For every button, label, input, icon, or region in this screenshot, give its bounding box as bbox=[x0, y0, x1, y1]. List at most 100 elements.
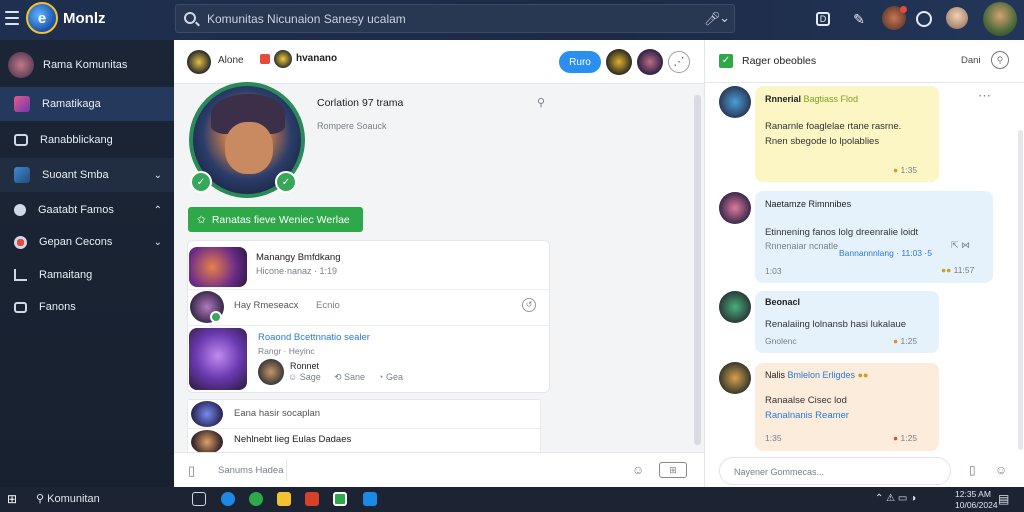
message-avatar[interactable] bbox=[719, 192, 751, 224]
windows-start-icon[interactable]: ⊞ bbox=[7, 492, 21, 506]
sidebar-item-gepan-cecons[interactable]: Gepan Cecons ⌄ bbox=[0, 225, 174, 259]
check-icon: ✓ bbox=[719, 54, 733, 68]
feed-avatar[interactable] bbox=[191, 430, 223, 454]
like-action[interactable]: ☺ Sage bbox=[288, 372, 321, 382]
taskbar: ⊞ ⚲ Komunitan ⌃ ⚠ ▭ ◑ 12:35 AM 10/06/202… bbox=[0, 487, 1024, 512]
sidebar-item-fanons[interactable]: Fanons bbox=[0, 290, 174, 324]
feed-title[interactable]: Nehlnebt lieg Eulas Dadaes bbox=[234, 434, 351, 445]
search-icon bbox=[184, 12, 196, 24]
file-explorer-icon[interactable] bbox=[277, 492, 291, 506]
emoji-icon[interactable]: ☺ bbox=[995, 463, 1007, 477]
sidebar-item-label: Ramaitang bbox=[39, 269, 93, 281]
user-avatar[interactable] bbox=[946, 7, 968, 29]
folder-icon bbox=[14, 301, 27, 313]
sidebar-item-rama-komunitas[interactable]: Rama Komunitas bbox=[0, 48, 174, 82]
pencil-icon[interactable]: ✎ bbox=[850, 10, 868, 28]
app-logo[interactable]: e bbox=[26, 2, 58, 34]
message-body: Ranarnle foaglelae rtane rasrne. bbox=[765, 121, 902, 132]
profile-avatar-large[interactable] bbox=[983, 2, 1017, 36]
notification-dot bbox=[900, 6, 907, 13]
message-avatar[interactable] bbox=[719, 291, 751, 323]
member-avatar[interactable] bbox=[606, 49, 632, 75]
chevron-down-icon[interactable]: ⌄ bbox=[154, 237, 162, 248]
chevron-down-icon[interactable]: ⌄ bbox=[719, 10, 730, 26]
message-avatar[interactable] bbox=[719, 86, 751, 118]
more-options-icon[interactable]: ⋯ bbox=[978, 88, 991, 104]
ruro-button[interactable]: Ruro bbox=[559, 51, 601, 73]
message-time-left: 1:35 bbox=[765, 433, 782, 443]
feed-title[interactable]: Manangy Bmfdkang bbox=[256, 252, 341, 263]
sidebar-item-label: Rama Komunitas bbox=[43, 59, 128, 71]
tray-icons[interactable]: ⌃ ⚠ ▭ ◑ bbox=[875, 493, 916, 504]
emoji-icon[interactable]: ☺ bbox=[632, 463, 644, 477]
profile-name: Corlation 97 trama bbox=[317, 97, 404, 109]
message-sender: Rnnerial Bagtiass Flod bbox=[765, 94, 859, 104]
message-actions[interactable]: ⇱ ⋈ bbox=[951, 240, 970, 251]
spotify-icon[interactable] bbox=[249, 492, 263, 506]
feed-meta: Rangr · Heyinc bbox=[258, 346, 315, 356]
feed-avatar[interactable] bbox=[191, 401, 223, 427]
share-action[interactable]: ⟲ Sane bbox=[334, 372, 365, 383]
comment-action[interactable]: ◔ Gea bbox=[378, 372, 403, 382]
message-bubble: Nalis Bmlelon Erligdes ●● Ranaalse Cisec… bbox=[755, 363, 939, 451]
sidebar-item-ramatikaga[interactable]: Ramatikaga bbox=[0, 87, 174, 121]
reply-icon[interactable]: ↺ bbox=[522, 298, 536, 312]
search-icon[interactable]: ⚲ bbox=[991, 51, 1009, 69]
tab-title[interactable]: hvanano bbox=[296, 53, 337, 64]
feed-avatar[interactable] bbox=[258, 359, 284, 385]
feed-thumbnail[interactable] bbox=[189, 328, 247, 390]
message-body: Rnnenaiar ncnatle bbox=[765, 241, 839, 251]
sidebar-item-gaatabt-famos[interactable]: Gaatabt Famos ⌃ bbox=[0, 193, 174, 227]
sidebar-item-suoant-smba[interactable]: Suoant Smba ⌄ bbox=[0, 158, 174, 192]
join-button[interactable]: ✩ Ranatas fieve Weniec Werlae bbox=[188, 207, 363, 232]
member-avatar[interactable] bbox=[637, 49, 663, 75]
message-body: Ranalnanis Reamer bbox=[765, 410, 849, 421]
feed-title[interactable]: Roaond Bcettnnatio sealer bbox=[258, 332, 370, 343]
attach-icon[interactable]: ▯ bbox=[969, 463, 976, 477]
more-icon[interactable]: ⋰ bbox=[668, 51, 690, 73]
scrollbar[interactable] bbox=[694, 95, 701, 445]
app-icon-green[interactable] bbox=[333, 492, 347, 506]
sidebar-item-ranabblickang[interactable]: Ranabblickang bbox=[0, 123, 174, 157]
chart-icon bbox=[14, 269, 27, 281]
avatar-face bbox=[225, 122, 273, 174]
edge-icon[interactable] bbox=[221, 492, 235, 506]
clock-time[interactable]: 12:35 AM bbox=[955, 489, 991, 499]
feed-thumbnail[interactable] bbox=[189, 247, 247, 287]
app-icon-red[interactable] bbox=[305, 492, 319, 506]
search-bar[interactable]: Komunitas Nicunaion Sanesy ucalam 🎤︎ ⌄ bbox=[175, 4, 735, 33]
chat-link[interactable]: Dani bbox=[961, 55, 981, 66]
globe-icon bbox=[14, 204, 26, 216]
composer-input[interactable]: Sanums Hadea bbox=[218, 465, 283, 476]
sidebar-item-ramaitang[interactable]: Ramaitang bbox=[0, 258, 174, 292]
chevron-down-icon[interactable]: ⌄ bbox=[154, 170, 162, 181]
attach-icon[interactable]: ▯ bbox=[188, 463, 195, 479]
hamburger-menu-icon[interactable] bbox=[5, 11, 19, 25]
chat-input[interactable]: Nayener Gommecas... bbox=[719, 457, 951, 485]
chat-input-placeholder: Nayener Gommecas... bbox=[734, 467, 825, 477]
shield-icon bbox=[14, 235, 27, 249]
chat-scrollbar[interactable] bbox=[1018, 130, 1023, 450]
join-button-label: Ranatas fieve Weniec Werlae bbox=[211, 213, 350, 226]
chat-title: Rager obeobles bbox=[742, 55, 817, 67]
online-dot bbox=[210, 311, 222, 323]
feed-title[interactable]: Hay Rmeseacx bbox=[234, 300, 298, 311]
gif-icon[interactable]: ⊞ bbox=[659, 462, 687, 478]
chevron-up-icon[interactable]: ⌃ bbox=[154, 205, 162, 216]
notification-center-icon[interactable]: ▤ bbox=[998, 492, 1009, 506]
id-card-icon[interactable]: D bbox=[816, 12, 830, 26]
pin-icon[interactable]: ⚲ bbox=[537, 96, 545, 109]
search-input[interactable]: Komunitas Nicunaion Sanesy ucalam bbox=[207, 12, 406, 26]
message-avatar[interactable] bbox=[719, 362, 751, 394]
clock-date[interactable]: 10/06/2024 bbox=[955, 500, 998, 510]
taskbar-search[interactable]: ⚲ Komunitan bbox=[36, 492, 100, 505]
feed-title[interactable]: Eana hasir socaplan bbox=[234, 408, 320, 419]
app-icon-blue[interactable] bbox=[363, 492, 377, 506]
settings-circle-icon[interactable] bbox=[916, 11, 932, 27]
microphone-icon[interactable]: 🎤︎ bbox=[704, 11, 721, 27]
message-body: Gnolenc bbox=[765, 336, 797, 346]
chat-icon bbox=[14, 134, 28, 146]
tab-alone[interactable]: Alone bbox=[218, 55, 244, 66]
chat-panel: ✓ Rager obeobles Dani ⚲ ⋯ Rnnerial Bagti… bbox=[704, 40, 1024, 487]
task-view-icon[interactable] bbox=[192, 492, 206, 506]
